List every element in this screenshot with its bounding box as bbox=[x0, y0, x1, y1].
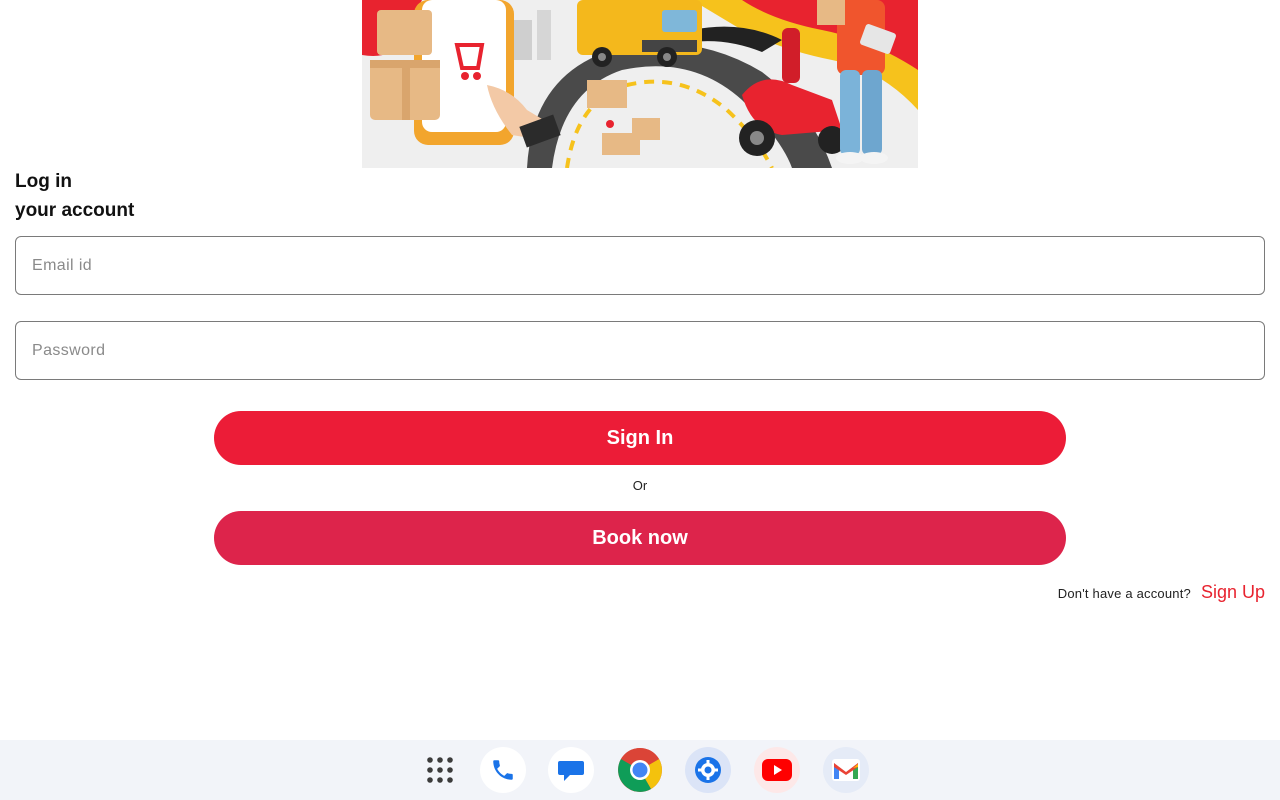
sign-in-button[interactable]: Sign In bbox=[214, 411, 1066, 465]
login-screen: Log in your account Sign In Or Book now … bbox=[0, 0, 1280, 800]
book-now-button[interactable]: Book now bbox=[214, 511, 1066, 565]
signup-prompt-text: Don't have a account? bbox=[1057, 586, 1191, 601]
password-input[interactable] bbox=[16, 322, 1264, 379]
youtube-icon[interactable] bbox=[754, 747, 800, 793]
or-divider-text: Or bbox=[632, 478, 648, 493]
messages-icon[interactable] bbox=[548, 747, 594, 793]
app-drawer-icon[interactable] bbox=[417, 747, 463, 793]
taskbar-dock bbox=[0, 740, 1280, 800]
settings-icon[interactable] bbox=[685, 747, 731, 793]
phone-icon[interactable] bbox=[480, 747, 526, 793]
chrome-icon[interactable] bbox=[617, 747, 663, 793]
gmail-icon[interactable] bbox=[823, 747, 869, 793]
password-field-container bbox=[15, 321, 1265, 380]
hero-illustration bbox=[362, 0, 918, 168]
signup-row: Don't have a account? Sign Up bbox=[1058, 582, 1265, 603]
login-subtitle: your account bbox=[15, 200, 135, 221]
login-title: Log in bbox=[15, 171, 72, 192]
email-field-container bbox=[15, 236, 1265, 295]
sign-up-link[interactable]: Sign Up bbox=[1201, 582, 1265, 603]
email-input[interactable] bbox=[16, 237, 1264, 294]
